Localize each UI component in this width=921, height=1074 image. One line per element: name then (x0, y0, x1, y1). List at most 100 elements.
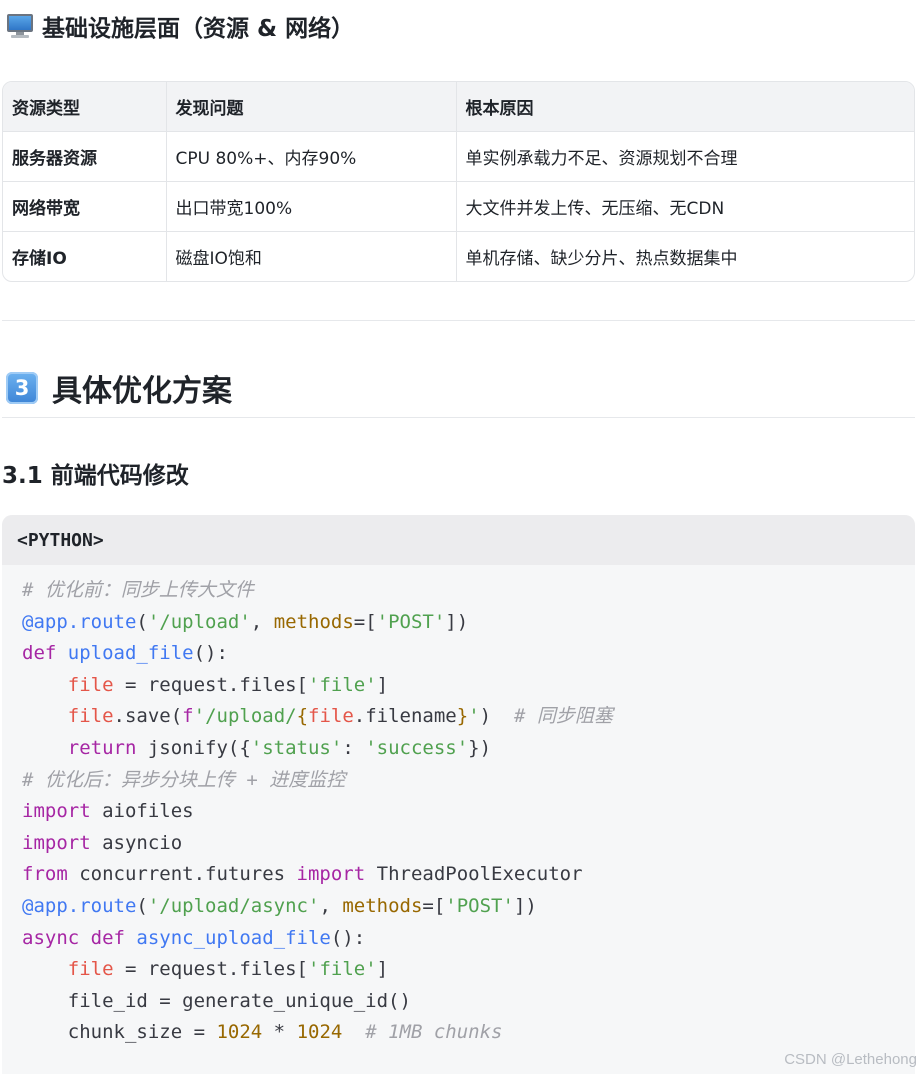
code-token: , (319, 894, 343, 917)
code-token: ]) (445, 610, 469, 633)
code-token: # 同步阻塞 (513, 705, 613, 728)
code-token: =[ (422, 894, 446, 917)
code-line: @app.route('/upload', methods=['POST']) (22, 607, 915, 639)
horizontal-divider (2, 320, 915, 321)
plan-section-heading: 3 具体优化方案 (6, 366, 232, 410)
code-token: upload_file (67, 642, 194, 665)
code-line: file = request.files['file'] (22, 670, 915, 702)
code-token: ] (376, 673, 389, 696)
infra-section-heading: 基础设施层面（资源 & 网络） (6, 8, 354, 44)
code-line: return jsonify({'status': 'success'}) (22, 733, 915, 765)
table-row: 存储IO 磁盘IO饱和 单机存储、缺少分片、热点数据集中 (3, 231, 914, 281)
code-line: file.save(f'/upload/{file.filename}') # … (22, 701, 915, 733)
code-token: async_upload_file (136, 926, 331, 949)
code-token: ) (479, 705, 514, 728)
code-token: = request.files[ (113, 673, 308, 696)
code-content[interactable]: # 优化前：同步上传大文件 @app.route('/upload', metho… (2, 565, 915, 1049)
code-line: file_id = generate_unique_id() (22, 986, 915, 1018)
code-token: ]) (513, 894, 537, 917)
code-token: f (182, 705, 194, 728)
code-line: import asyncio (22, 828, 915, 860)
code-token: import (296, 863, 377, 886)
code-token: (): (330, 926, 366, 949)
code-line: file = request.files['file'] (22, 954, 915, 986)
code-token: 'POST' (445, 894, 514, 917)
table-row: 服务器资源 CPU 80%+、内存90% 单实例承载力不足、资源规划不合理 (3, 131, 914, 182)
table-row: 网络带宽 出口带宽100% 大文件并发上传、无压缩、无CDN (3, 181, 914, 232)
code-token: .filename (353, 705, 457, 728)
code-token: , (250, 610, 274, 633)
code-line: async def async_upload_file(): (22, 923, 915, 955)
code-token: = request.files[ (113, 958, 308, 981)
code-token: asyncio (102, 831, 183, 854)
table-cell: CPU 80%+、内存90% (166, 131, 457, 182)
code-token: =[ (353, 610, 377, 633)
code-token: '/upload/async' (147, 894, 320, 917)
code-token: import (22, 831, 103, 854)
table-cell: 单机存储、缺少分片、热点数据集中 (465, 248, 738, 269)
code-token: ] (376, 958, 389, 981)
plan-section-title: 具体优化方案 (52, 374, 232, 409)
code-line: def upload_file(): (22, 638, 915, 670)
code-token: ( (136, 610, 148, 633)
table-cell: 出口带宽100% (166, 181, 457, 232)
code-token: ThreadPoolExecutor (376, 863, 583, 886)
table-cell: 服务器资源 (3, 131, 167, 182)
code-token: file_id = generate_unique_id() (22, 989, 411, 1012)
code-token: 1024 (216, 1021, 263, 1044)
code-token: # 优化后：异步分块上传 + 进度监控 (22, 768, 346, 791)
code-token: }) (468, 736, 492, 759)
code-token: jsonify({ (147, 736, 251, 759)
code-token: concurrent.futures (79, 863, 297, 886)
code-token: chunk_size = (22, 1021, 217, 1044)
code-token: 'success' (365, 736, 469, 759)
watermark: CSDN @Lethehong (784, 1051, 917, 1068)
code-line: from concurrent.futures import ThreadPoo… (22, 859, 915, 891)
code-token: 'file' (308, 958, 377, 981)
code-token: def (22, 642, 68, 665)
table-header-cell: 资源类型 (3, 82, 167, 132)
table-header-row: 资源类型 发现问题 根本原因 (3, 82, 914, 132)
code-line: # 优化前：同步上传大文件 (22, 575, 915, 607)
code-token: # 1MB chunks (365, 1021, 503, 1044)
code-token: .save( (113, 705, 183, 728)
code-token: async def (22, 926, 137, 949)
code-line: # 优化后：异步分块上传 + 进度监控 (22, 765, 915, 797)
code-token: methods (342, 894, 423, 917)
table-cell: 网络带宽 (3, 181, 167, 232)
code-token: 'file' (308, 673, 377, 696)
code-token: from (22, 863, 80, 886)
code-token: * (262, 1021, 297, 1044)
code-token: 'POST' (376, 610, 446, 633)
code-token: : (342, 736, 366, 759)
code-token: methods (273, 610, 354, 633)
code-block: <PYTHON> # 优化前：同步上传大文件 @app.route('/uploa… (2, 515, 915, 1074)
keycap-digit-three-icon: 3 (6, 372, 38, 404)
code-token: @app.route (22, 894, 137, 917)
code-token: @app.route (22, 610, 137, 633)
infra-section-title: 基础设施层面（资源 & 网络） (42, 16, 355, 42)
code-token: 1024 (296, 1021, 343, 1044)
code-token: file (67, 705, 114, 728)
code-token: file (67, 673, 114, 696)
code-line: @app.route('/upload/async', methods=['PO… (22, 891, 915, 923)
heading-underline (2, 417, 915, 418)
subsection-heading: 3.1 前端代码修改 (2, 463, 189, 489)
code-token: '/upload' (147, 610, 251, 633)
code-token: file (308, 705, 354, 728)
desktop-computer-icon (6, 13, 34, 39)
code-token: 'status' (250, 736, 343, 759)
code-token: ' (468, 705, 480, 728)
code-token: # 优化前：同步上传大文件 (22, 579, 254, 601)
code-token: aiofiles (102, 800, 194, 823)
resource-issues-table: 资源类型 发现问题 根本原因 服务器资源 CPU 80%+、内存90% 单实例承… (2, 81, 915, 282)
code-token: ( (136, 894, 148, 917)
code-token: return (67, 736, 148, 759)
code-token: } (456, 705, 469, 728)
table-cell: 存储IO (3, 231, 167, 281)
table-cell: 磁盘IO饱和 (166, 231, 457, 281)
